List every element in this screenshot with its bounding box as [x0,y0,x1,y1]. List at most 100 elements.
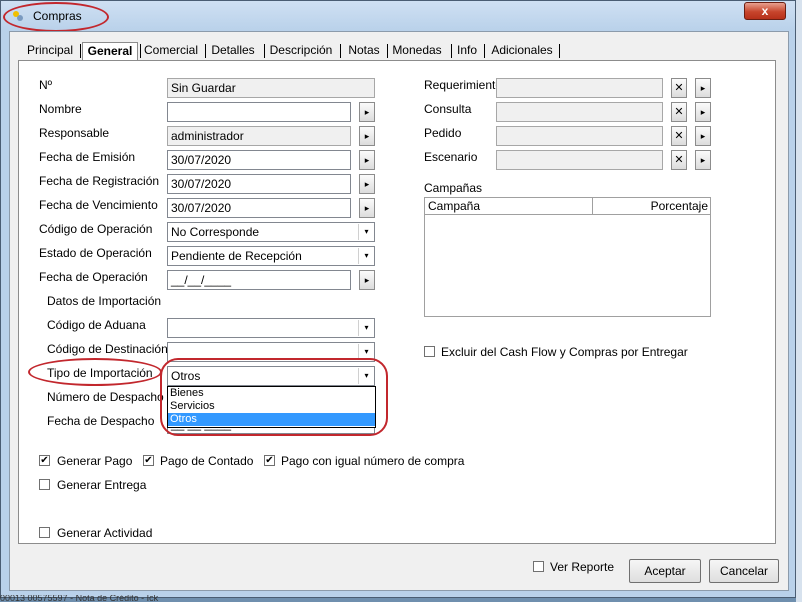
datos-importacion-label: Datos de Importación [47,294,162,308]
codigo-aduana-select[interactable] [167,318,375,338]
arrow-right-icon: ▸ [364,131,370,141]
campanas-column-header[interactable]: Campaña [425,198,593,215]
fecha-vencimiento-field[interactable]: 30/07/2020 [167,198,351,218]
tab-separator [451,44,452,58]
requerimiento-lookup-button[interactable]: ▸ [695,78,711,98]
check-icon: ✔ [144,455,153,466]
consulta-clear-button[interactable]: ✕ [671,102,687,122]
fecha-registracion-label: Fecha de Registración [39,174,160,188]
close-icon: ✕ [674,82,684,94]
arrow-right-icon: ▸ [700,83,706,93]
tab-separator [387,44,388,58]
close-icon: ✕ [674,130,684,142]
tab-notas[interactable]: Notas [345,42,383,60]
tab-general[interactable]: General [82,42,138,60]
generar-actividad-checkbox[interactable] [39,527,50,538]
codigo-operacion-select[interactable]: No Corresponde [167,222,375,242]
codigo-operacion-value: No Corresponde [171,225,260,239]
fecha-operacion-field[interactable]: __/__/____ [167,270,351,290]
tab-comercial[interactable]: Comercial [143,42,199,60]
pedido-field[interactable] [496,126,663,146]
estado-operacion-value: Pendiente de Recepción [171,249,302,263]
arrow-right-icon: ▸ [364,155,370,165]
generar-actividad-label: Generar Actividad [57,526,153,540]
fecha-emision-field[interactable]: 30/07/2020 [167,150,351,170]
arrow-right-icon: ▸ [700,131,706,141]
tipo-importacion-label-annotation [28,358,162,386]
ver-reporte-checkbox[interactable] [533,561,544,572]
cancelar-button[interactable]: Cancelar [709,559,779,583]
pedido-lookup-button[interactable]: ▸ [695,126,711,146]
fecha-despacho-label: Fecha de Despacho [47,414,155,428]
excluir-cash-flow-checkbox[interactable] [424,346,435,357]
fecha-operacion-label: Fecha de Operación [39,270,148,284]
chevron-down-icon[interactable]: ▾ [358,224,374,240]
generar-entrega-checkbox[interactable] [39,479,50,490]
nombre-field[interactable] [167,102,351,122]
close-icon: ✕ [674,106,684,118]
fecha-registracion-button[interactable]: ▸ [359,174,375,194]
aceptar-button[interactable]: Aceptar [629,559,701,583]
pago-contado-checkbox[interactable]: ✔ [143,455,154,466]
requerimiento-field[interactable] [496,78,663,98]
pago-igual-numero-label: Pago con igual número de compra [281,454,465,468]
arrow-right-icon: ▸ [364,275,370,285]
tab-detalles[interactable]: Detalles [209,42,257,60]
requerimiento-label: Requerimiento [424,78,503,92]
chevron-down-icon[interactable]: ▾ [358,320,374,336]
arrow-right-icon: ▸ [364,179,370,189]
estado-operacion-label: Estado de Operación [39,246,152,260]
responsable-lookup-button[interactable]: ▸ [359,126,375,146]
background-window-edge [796,0,802,602]
consulta-lookup-button[interactable]: ▸ [695,102,711,122]
pago-igual-numero-checkbox[interactable]: ✔ [264,455,275,466]
title-annotation-oval [3,2,109,32]
escenario-lookup-button[interactable]: ▸ [695,150,711,170]
escenario-clear-button[interactable]: ✕ [671,150,687,170]
arrow-right-icon: ▸ [364,107,370,117]
campanas-grid[interactable]: Campaña Porcentaje [424,197,711,317]
tab-separator [140,44,141,58]
tab-info[interactable]: Info [455,42,479,60]
generar-pago-checkbox[interactable]: ✔ [39,455,50,466]
excluir-cash-flow-label: Excluir del Cash Flow y Compras por Entr… [441,345,688,359]
arrow-right-icon: ▸ [700,155,706,165]
porcentaje-column-header[interactable]: Porcentaje [593,198,710,215]
tab-separator [340,44,341,58]
requerimiento-clear-button[interactable]: ✕ [671,78,687,98]
generar-entrega-label: Generar Entrega [57,478,147,492]
nombre-label: Nombre [39,102,82,116]
fecha-operacion-button[interactable]: ▸ [359,270,375,290]
codigo-operacion-label: Código de Operación [39,222,153,236]
pedido-clear-button[interactable]: ✕ [671,126,687,146]
escenario-label: Escenario [424,150,478,164]
tab-separator [484,44,485,58]
dropdown-annotation [160,358,388,436]
tab-adicionales[interactable]: Adicionales [490,42,554,60]
close-icon: ✕ [674,154,684,166]
estado-operacion-select[interactable]: Pendiente de Recepción [167,246,375,266]
escenario-field[interactable] [496,150,663,170]
campanas-label: Campañas [424,181,483,195]
codigo-aduana-label: Código de Aduana [47,318,146,332]
generar-pago-label: Generar Pago [57,454,133,468]
pedido-label: Pedido [424,126,462,140]
tab-descripcion[interactable]: Descripción [268,42,334,60]
fecha-emision-button[interactable]: ▸ [359,150,375,170]
tab-principal[interactable]: Principal [24,42,76,60]
check-icon: ✔ [40,455,49,466]
responsable-field[interactable]: administrador [167,126,351,146]
tab-separator [559,44,560,58]
fecha-emision-label: Fecha de Emisión [39,150,136,164]
consulta-label: Consulta [424,102,472,116]
numero-label: Nº [39,78,53,92]
title-bar[interactable]: Compras x [1,1,795,31]
nombre-lookup-button[interactable]: ▸ [359,102,375,122]
pago-contado-label: Pago de Contado [160,454,254,468]
chevron-down-icon[interactable]: ▾ [358,248,374,264]
fecha-registracion-field[interactable]: 30/07/2020 [167,174,351,194]
close-button[interactable]: x [744,2,786,20]
fecha-vencimiento-button[interactable]: ▸ [359,198,375,218]
tab-monedas[interactable]: Monedas [392,42,442,60]
consulta-field[interactable] [496,102,663,122]
